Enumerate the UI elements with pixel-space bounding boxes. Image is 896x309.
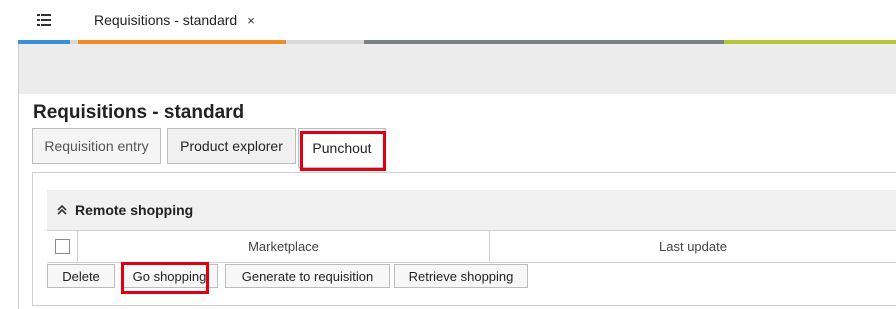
highlight-box-go-shopping [121, 262, 209, 294]
close-icon[interactable]: × [247, 13, 255, 28]
double-chevron-up-icon [57, 204, 67, 215]
remote-shopping-header[interactable]: Remote shopping [47, 190, 896, 230]
retrieve-shopping-button[interactable]: Retrieve shopping [394, 264, 528, 288]
grid-header: Marketplace Last update [47, 230, 896, 263]
tab-product-explorer[interactable]: Product explorer [167, 128, 296, 164]
column-header-last-update[interactable]: Last update [490, 231, 896, 262]
column-header-marketplace[interactable]: Marketplace [78, 231, 490, 262]
tab-label: Requisitions - standard [94, 12, 238, 28]
select-all-cell [47, 231, 78, 262]
page-title: Requisitions - standard [33, 102, 245, 123]
generate-to-requisition-button[interactable]: Generate to requisition [225, 264, 390, 288]
toolbar-area [19, 44, 896, 94]
tab-requisition-entry[interactable]: Requisition entry [32, 128, 161, 164]
list-menu-icon [37, 14, 51, 26]
collapse-chevron-icon[interactable] [57, 202, 67, 218]
highlight-box-punchout [300, 131, 386, 171]
section-title: Remote shopping [75, 202, 194, 218]
tab-requisitions-standard[interactable]: Requisitions - standard × [78, 0, 265, 40]
menu-button[interactable] [18, 0, 70, 40]
select-all-checkbox[interactable] [54, 239, 70, 254]
top-tab-bar: Requisitions - standard × [0, 0, 896, 44]
delete-button[interactable]: Delete [47, 264, 115, 288]
